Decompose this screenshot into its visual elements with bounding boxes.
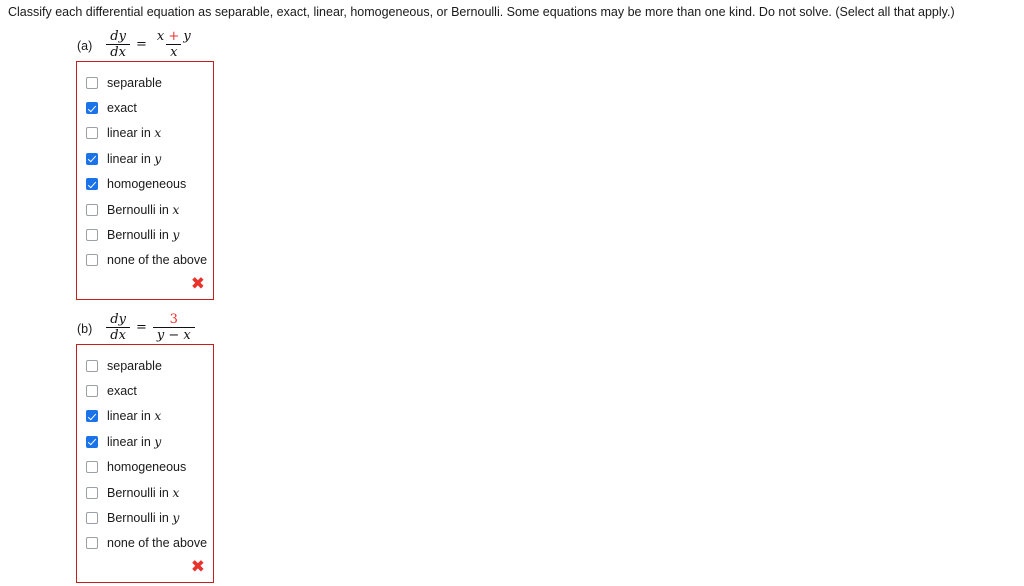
option-linear-in-y-b[interactable]: linear in y xyxy=(77,429,213,454)
option-linear-in-y-a[interactable]: linear in y xyxy=(77,146,213,171)
option-label-homogeneous-a: homogeneous xyxy=(107,177,187,192)
option-label-homogeneous-b: homogeneous xyxy=(107,460,187,475)
problem-b: (b) dy dx = 3 y − x separable exact line… xyxy=(76,311,214,584)
option-text-bernoulli-in-y-a: Bernoulli in xyxy=(107,228,173,243)
option-text-linear-in-x-b: linear in xyxy=(107,409,155,424)
checkbox-separable-a[interactable] xyxy=(86,76,98,89)
checkbox-bernoulli-in-y-a[interactable] xyxy=(86,229,98,242)
checkbox-linear-in-y-b[interactable] xyxy=(86,435,98,448)
checkbox-bernoulli-in-x-a[interactable] xyxy=(86,203,98,216)
rhs-fraction-a: x + y x xyxy=(153,30,195,59)
checkbox-separable-b[interactable] xyxy=(86,359,98,372)
option-label-bernoulli-in-x-a: Bernoulli in x xyxy=(107,201,180,217)
answer-box-b: separable exact linear in x linear in y … xyxy=(76,344,214,584)
option-exact-b[interactable]: exact xyxy=(77,378,213,403)
problem-label-b: (b) xyxy=(77,321,93,336)
derivative-denominator-a: dx xyxy=(106,43,130,59)
option-bernoulli-in-x-b[interactable]: Bernoulli in x xyxy=(77,480,213,505)
equation-a: dy dx = x + y x xyxy=(104,30,196,59)
problem-label-a: (a) xyxy=(77,38,93,53)
rhs-operator-plus: + xyxy=(168,28,180,44)
equation-b: dy dx = 3 y − x xyxy=(104,313,196,342)
option-var-bernoulli-in-y-a: y xyxy=(172,227,180,243)
option-exact-a[interactable]: exact xyxy=(77,95,213,120)
option-text-bernoulli-in-x-b: Bernoulli in xyxy=(107,485,173,500)
question-prompt: Classify each differential equation as s… xyxy=(8,5,955,19)
option-text-bernoulli-in-y-b: Bernoulli in xyxy=(107,511,173,526)
checkbox-bernoulli-in-y-b[interactable] xyxy=(86,512,98,525)
checkbox-exact-a[interactable] xyxy=(86,102,98,115)
option-label-linear-in-x-b: linear in x xyxy=(107,408,162,424)
option-linear-in-x-b[interactable]: linear in x xyxy=(77,404,213,429)
option-text-linear-in-y-b: linear in xyxy=(107,434,155,449)
option-var-linear-in-x-b: x xyxy=(154,408,162,424)
rhs-denominator-b: y − x xyxy=(152,326,195,342)
option-var-bernoulli-in-y-b: y xyxy=(172,510,180,526)
option-none-of-the-above-b[interactable]: none of the above xyxy=(77,531,213,556)
checkbox-linear-in-x-a[interactable] xyxy=(86,127,98,140)
rhs-denominator-a: x xyxy=(166,43,182,59)
feedback-row-b: ✖ xyxy=(77,556,213,578)
option-homogeneous-b[interactable]: homogeneous xyxy=(77,455,213,480)
derivative-fraction-a: dy dx xyxy=(106,30,130,59)
option-var-linear-in-y-b: y xyxy=(154,433,162,449)
cross-mark-icon: ✖ xyxy=(190,556,205,577)
option-var-bernoulli-in-x-b: x xyxy=(172,484,180,500)
derivative-numerator-a: dy xyxy=(110,28,126,44)
option-bernoulli-in-y-b[interactable]: Bernoulli in y xyxy=(77,505,213,530)
option-label-exact-b: exact xyxy=(107,384,137,399)
feedback-row-a: ✖ xyxy=(77,273,213,295)
checkbox-none-of-the-above-b[interactable] xyxy=(86,537,98,550)
option-var-linear-in-x-a: x xyxy=(154,125,162,141)
derivative-fraction-b: dy dx xyxy=(106,313,130,342)
option-separable-b[interactable]: separable xyxy=(77,353,213,378)
rhs-numerator-a: x + y xyxy=(153,30,195,44)
checkbox-homogeneous-a[interactable] xyxy=(86,178,98,191)
option-bernoulli-in-x-a[interactable]: Bernoulli in x xyxy=(77,197,213,222)
option-label-separable-a: separable xyxy=(107,75,162,90)
equation-row-a: (a) dy dx = x + y x xyxy=(76,28,214,60)
option-label-bernoulli-in-y-a: Bernoulli in y xyxy=(107,227,180,243)
derivative-numerator-b: dy xyxy=(110,311,126,327)
checkbox-linear-in-y-a[interactable] xyxy=(86,152,98,165)
option-homogeneous-a[interactable]: homogeneous xyxy=(77,172,213,197)
option-label-linear-in-y-a: linear in y xyxy=(107,150,162,166)
checkbox-bernoulli-in-x-b[interactable] xyxy=(86,486,98,499)
option-none-of-the-above-a[interactable]: none of the above xyxy=(77,248,213,273)
option-bernoulli-in-y-a[interactable]: Bernoulli in y xyxy=(77,222,213,247)
derivative-denominator-b: dx xyxy=(106,326,130,342)
option-label-linear-in-x-a: linear in x xyxy=(107,125,162,141)
option-label-linear-in-y-b: linear in y xyxy=(107,433,162,449)
checkbox-exact-b[interactable] xyxy=(86,385,98,398)
option-label-none-of-the-above-a: none of the above xyxy=(107,253,208,268)
checkbox-linear-in-x-b[interactable] xyxy=(86,410,98,423)
option-label-exact-a: exact xyxy=(107,101,137,116)
rhs-term-y: y xyxy=(183,28,191,44)
option-separable-a[interactable]: separable xyxy=(77,70,213,95)
problem-a: (a) dy dx = x + y x separable exact line… xyxy=(76,28,214,301)
answer-box-a: separable exact linear in x linear in y … xyxy=(76,61,214,301)
option-text-linear-in-x-a: linear in xyxy=(107,126,155,141)
option-text-linear-in-y-a: linear in xyxy=(107,151,155,166)
option-var-bernoulli-in-x-a: x xyxy=(172,201,180,217)
rhs-term-x: x xyxy=(156,28,165,44)
option-linear-in-x-a[interactable]: linear in x xyxy=(77,121,213,146)
checkbox-homogeneous-b[interactable] xyxy=(86,461,98,474)
option-label-none-of-the-above-b: none of the above xyxy=(107,536,208,551)
checkbox-none-of-the-above-a[interactable] xyxy=(86,254,98,267)
rhs-numerator-b: 3 xyxy=(169,311,178,327)
option-var-linear-in-y-a: y xyxy=(154,150,162,166)
rhs-fraction-b: 3 y − x xyxy=(152,311,195,342)
option-text-bernoulli-in-x-a: Bernoulli in xyxy=(107,202,173,217)
equation-row-b: (b) dy dx = 3 y − x xyxy=(76,311,214,343)
equals-sign-b: = xyxy=(135,319,147,335)
cross-mark-icon: ✖ xyxy=(190,273,205,294)
option-label-bernoulli-in-y-b: Bernoulli in y xyxy=(107,510,180,526)
option-label-separable-b: separable xyxy=(107,358,162,373)
option-label-bernoulli-in-x-b: Bernoulli in x xyxy=(107,484,180,500)
equals-sign-a: = xyxy=(135,36,147,52)
